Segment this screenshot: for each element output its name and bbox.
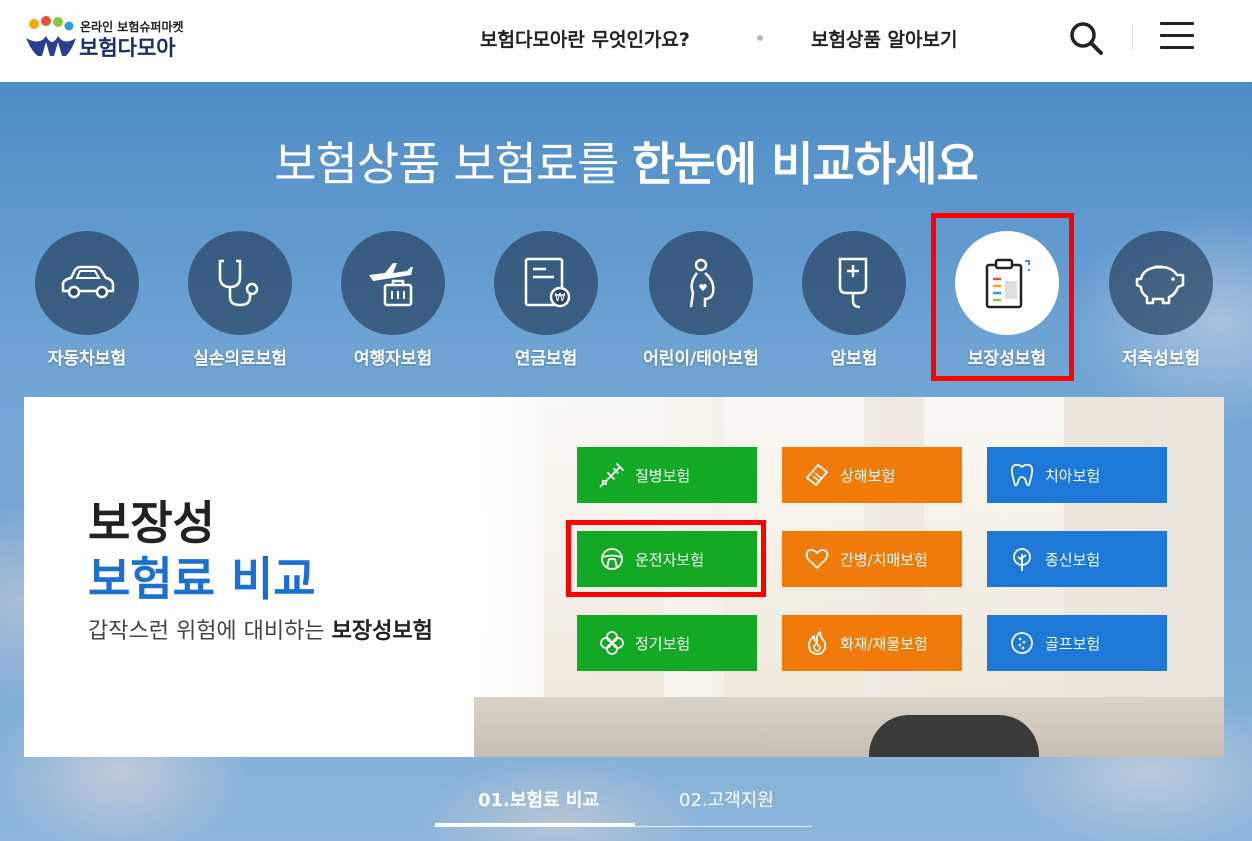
disease-insurance-button[interactable]: 질병보험 [577, 447, 757, 503]
car-icon [61, 265, 115, 299]
panel-desc-light: 갑작스런 위험에 대비하는 [88, 619, 325, 644]
highlight-box [931, 213, 1074, 381]
term-insurance-button[interactable]: 정기보험 [577, 615, 757, 671]
fire-property-insurance-button[interactable]: 화재/재물보험 [782, 615, 962, 671]
category-label: 저축성보험 [1121, 349, 1201, 369]
hero-title-light: 보험상품 보험료를 [274, 137, 619, 191]
tab-premium-comparison[interactable]: 01.보험료 비교 [478, 786, 599, 812]
category-medical-insurance[interactable]: 실손의료보험 [165, 231, 315, 371]
site-header: 온라인 보험슈퍼마켓 보험다모아 보험다모아란 무엇인가요? 보험상품 알아보기 [0, 0, 1252, 82]
clover-icon [600, 631, 624, 655]
dental-insurance-button[interactable]: 치아보험 [987, 447, 1167, 503]
button-label: 종신보험 [1045, 550, 1101, 569]
nav-separator-dot [757, 35, 763, 41]
fire-icon [808, 631, 827, 655]
button-label: 치아보험 [1045, 466, 1101, 485]
search-icon[interactable] [1068, 20, 1104, 56]
stethoscope-icon [218, 259, 259, 307]
category-label: 여행자보험 [353, 349, 433, 369]
background-chair [869, 715, 1039, 757]
heart-icon [805, 548, 829, 569]
category-label: 어린이/태아보험 [643, 349, 759, 369]
logo-people-icon [26, 16, 76, 56]
category-label: 실손의료보험 [193, 349, 287, 369]
airplane-luggage-icon [369, 263, 413, 307]
panel-desc-bold: 보장성보험 [331, 619, 433, 644]
highlight-box [566, 520, 766, 597]
syringe-icon [599, 463, 624, 488]
category-travel-insurance[interactable]: 여행자보험 [318, 231, 468, 371]
category-cancer-insurance[interactable]: 암보험 [779, 231, 929, 371]
header-divider [1132, 24, 1133, 50]
tree-icon [1013, 548, 1031, 571]
svg-text:₩: ₩ [555, 291, 566, 304]
nav-about-link[interactable]: 보험다모아란 무엇인가요? [480, 25, 690, 52]
golf-ball-icon [1011, 632, 1033, 654]
iv-drip-icon [838, 257, 868, 309]
tooth-icon [1010, 463, 1034, 487]
accident-insurance-button[interactable]: 상해보험 [782, 447, 962, 503]
logo-title: 보험다모아 [79, 36, 176, 60]
hero-title-bold: 한눈에 비교하세요 [632, 137, 979, 191]
button-label: 상해보험 [840, 466, 896, 485]
nursing-dementia-insurance-button[interactable]: 간병/치매보험 [782, 531, 962, 587]
tab-inactive-line [635, 826, 812, 827]
button-label: 질병보험 [635, 466, 691, 485]
category-pension-insurance[interactable]: ₩ 연금보험 [471, 231, 621, 371]
tab-customer-support[interactable]: 02.고객지원 [679, 786, 774, 812]
hamburger-menu-icon[interactable] [1160, 22, 1194, 52]
button-label: 골프보험 [1045, 634, 1101, 653]
category-label: 자동차보험 [47, 349, 127, 369]
category-car-insurance[interactable]: 자동차보험 [12, 231, 162, 371]
background-desk [474, 697, 1224, 757]
tab-active-indicator [435, 823, 635, 827]
pension-document-icon: ₩ [524, 257, 571, 308]
bandage-icon [806, 464, 828, 486]
category-label: 연금보험 [514, 349, 578, 369]
button-label: 화재/재물보험 [840, 634, 928, 653]
panel-description: 갑작스런 위험에 대비하는 보장성보험 [88, 613, 433, 645]
site-logo[interactable]: 온라인 보험슈퍼마켓 보험다모아 [24, 12, 224, 62]
panel-heading-line2: 보험료 비교 [88, 552, 316, 606]
button-label: 간병/치매보험 [840, 550, 928, 569]
category-savings-insurance[interactable]: 저축성보험 [1086, 231, 1236, 371]
pregnant-mother-icon [689, 258, 715, 308]
button-label: 정기보험 [635, 634, 691, 653]
hero-title: 보험상품 보험료를 한눈에 비교하세요 [0, 128, 1252, 194]
category-label: 암보험 [830, 349, 878, 369]
category-child-insurance[interactable]: 어린이/태아보험 [626, 231, 776, 371]
golf-insurance-button[interactable]: 골프보험 [987, 615, 1167, 671]
whole-life-insurance-button[interactable]: 종신보험 [987, 531, 1167, 587]
nav-products-link[interactable]: 보험상품 알아보기 [811, 25, 957, 52]
piggy-bank-icon [1135, 265, 1185, 305]
